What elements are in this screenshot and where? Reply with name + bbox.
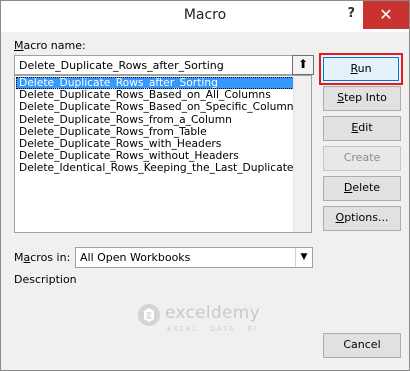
- macros-in-label: Macros in:: [14, 251, 71, 264]
- macros-in-select[interactable]: All Open Workbooks ▼: [75, 247, 313, 268]
- macro-name-field[interactable]: [14, 55, 296, 75]
- title-bar: Macro ? ✕: [1, 1, 409, 32]
- macro-name-input[interactable]: [15, 56, 289, 74]
- vertical-scrollbar[interactable]: [293, 76, 311, 232]
- edit-button[interactable]: Edit: [323, 116, 401, 141]
- run-button[interactable]: Run: [323, 57, 399, 81]
- macro-list-items: Delete_Duplicate_Rows_after_Sorting Delet…: [16, 76, 299, 175]
- macro-list-item[interactable]: Delete_Duplicate_Rows_from_a_Column: [16, 113, 296, 126]
- help-button[interactable]: ?: [347, 6, 355, 21]
- macro-name-label: Macro name:: [14, 39, 86, 52]
- description-label: Description: [14, 273, 77, 286]
- options-button[interactable]: Options...: [323, 206, 401, 231]
- exceldemy-logo-icon: [138, 304, 160, 326]
- macros-in-value: All Open Workbooks: [80, 251, 191, 264]
- cancel-button[interactable]: Cancel: [323, 333, 401, 358]
- watermark-name: exceldemy: [165, 303, 261, 323]
- watermark-tagline: EXCEL · DATA · BI: [167, 325, 258, 333]
- create-button[interactable]: Create: [323, 146, 401, 171]
- macro-list-item[interactable]: Delete_Duplicate_Rows_Based_on_Specific_…: [16, 101, 299, 113]
- chevron-down-icon[interactable]: ▼: [295, 248, 312, 267]
- macro-list[interactable]: Delete_Duplicate_Rows_after_Sorting Delet…: [14, 75, 312, 233]
- macro-list-item[interactable]: Delete_Identical_Rows_Keeping_the_Last_D…: [16, 162, 296, 174]
- delete-button[interactable]: Delete: [323, 176, 401, 201]
- close-button[interactable]: ✕: [363, 1, 409, 29]
- step-into-button[interactable]: Step Into: [323, 86, 401, 111]
- run-highlight: Run: [319, 53, 403, 85]
- collapse-arrow-button[interactable]: ⬆: [292, 55, 314, 75]
- macro-dialog: Macro ? ✕ Macro name: ⬆ Delete_Duplicate…: [0, 0, 410, 371]
